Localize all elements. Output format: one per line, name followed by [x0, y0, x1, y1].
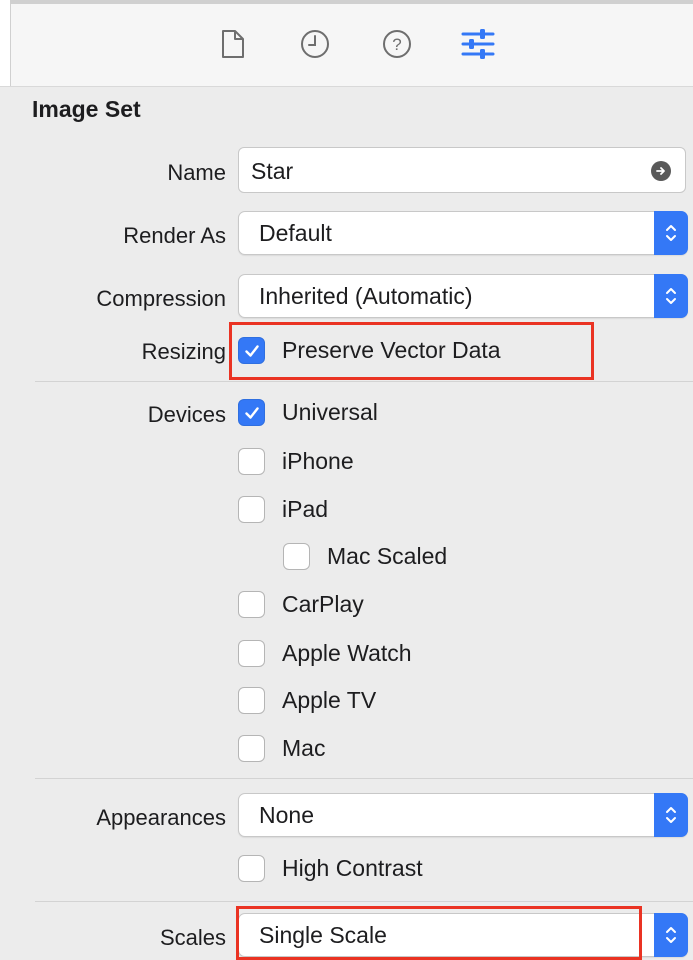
attributes-inspector: Image Set Name Star Render As Default Co… [10, 87, 693, 960]
checkbox-checked[interactable] [238, 399, 265, 426]
separator [35, 901, 693, 902]
section-title: Image Set [32, 96, 141, 122]
checkbox-unchecked[interactable] [238, 448, 265, 475]
attributes-sliders-icon[interactable] [458, 24, 498, 64]
highlight-box [236, 906, 642, 960]
high-contrast-checkbox[interactable]: High Contrast [238, 855, 423, 882]
appearances-popup[interactable]: None [238, 793, 688, 837]
popup-chevrons-icon [654, 793, 688, 837]
checkbox-unchecked[interactable] [238, 496, 265, 523]
render-as-popup[interactable]: Default [238, 211, 688, 255]
highlight-box [229, 322, 594, 380]
checkbox-unchecked[interactable] [238, 640, 265, 667]
name-label: Name [167, 160, 226, 185]
separator [35, 381, 693, 382]
checkbox-label: Universal [282, 399, 378, 425]
help-question-icon[interactable]: ? [377, 24, 417, 64]
name-field[interactable]: Star [238, 147, 686, 193]
checkbox-label: iPad [282, 496, 329, 522]
checkbox-unchecked[interactable] [238, 855, 265, 882]
popup-chevrons-icon [654, 274, 688, 318]
device-ipad-checkbox[interactable]: iPad [238, 496, 328, 523]
go-arrow-icon[interactable] [651, 161, 671, 181]
file-icon[interactable] [213, 24, 253, 64]
device-mac-scaled-checkbox[interactable]: Mac Scaled [283, 543, 447, 570]
checkbox-label: iPhone [282, 448, 354, 474]
checkbox-label: Mac Scaled [327, 543, 448, 569]
svg-text:?: ? [392, 35, 401, 54]
device-apple-watch-checkbox[interactable]: Apple Watch [238, 640, 412, 667]
popup-chevrons-icon [654, 913, 688, 957]
device-iphone-checkbox[interactable]: iPhone [238, 448, 354, 475]
render-as-label: Render As [123, 223, 226, 248]
window-edge [0, 0, 693, 4]
inspector-tab-bar: ? [0, 0, 693, 87]
device-universal-checkbox[interactable]: Universal [238, 399, 378, 426]
history-clock-icon[interactable] [295, 24, 335, 64]
checkbox-label: Mac [282, 735, 326, 761]
checkbox-label: CarPlay [282, 591, 364, 617]
checkbox-unchecked[interactable] [238, 735, 265, 762]
device-apple-tv-checkbox[interactable]: Apple TV [238, 687, 376, 714]
compression-popup[interactable]: Inherited (Automatic) [238, 274, 688, 318]
separator [35, 778, 693, 779]
compression-label: Compression [96, 286, 226, 311]
name-value: Star [251, 158, 294, 184]
popup-chevrons-icon [654, 211, 688, 255]
render-as-value: Default [259, 220, 332, 246]
editor-edge [0, 0, 11, 86]
appearances-label: Appearances [96, 805, 226, 830]
compression-value: Inherited (Automatic) [259, 283, 473, 309]
checkbox-unchecked[interactable] [283, 543, 310, 570]
scales-label: Scales [159, 925, 226, 950]
checkbox-label: High Contrast [282, 855, 423, 881]
checkbox-unchecked[interactable] [238, 687, 265, 714]
resizing-label: Resizing [141, 339, 226, 364]
checkbox-label: Apple TV [282, 687, 377, 713]
devices-label: Devices [147, 402, 226, 427]
appearances-value: None [259, 802, 314, 828]
device-carplay-checkbox[interactable]: CarPlay [238, 591, 364, 618]
device-mac-checkbox[interactable]: Mac [238, 735, 325, 762]
checkbox-unchecked[interactable] [238, 591, 265, 618]
checkbox-label: Apple Watch [282, 640, 412, 666]
